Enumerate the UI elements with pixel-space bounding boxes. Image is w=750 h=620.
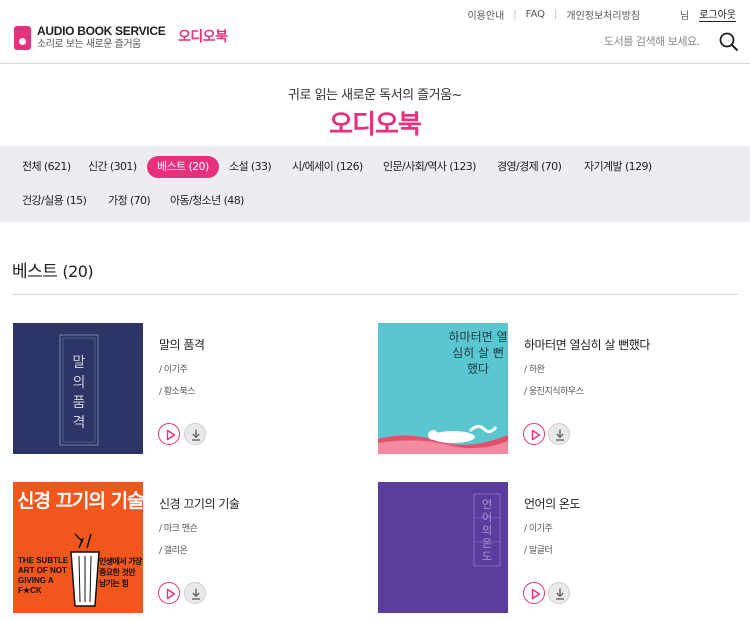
play-button[interactable]	[523, 582, 545, 604]
util-divider: |	[513, 8, 517, 20]
download-icon	[556, 588, 564, 600]
book-title[interactable]: 말의 품격	[159, 336, 205, 353]
tab-home[interactable]: 가정 (70)	[108, 190, 151, 212]
book-cover[interactable]: 신경 끄기의 기술 THE SUBTLE ART OF NOT GIVING A…	[13, 482, 143, 613]
play-icon	[166, 588, 176, 600]
section-divider	[12, 294, 738, 295]
play-icon	[166, 429, 176, 441]
tab-poetry-essay[interactable]: 시/에세이 (126)	[292, 156, 363, 178]
download-icon	[192, 588, 200, 600]
utility-menu: 이용안내 | FAQ | 개인정보처리방침 님 로그아웃	[467, 6, 736, 22]
book-author: / 이기주	[524, 524, 553, 534]
page-title: 오디오북	[329, 110, 422, 140]
play-icon	[531, 588, 541, 600]
download-button[interactable]	[184, 582, 206, 604]
tab-kids[interactable]: 아동/청소년 (48)	[170, 190, 244, 212]
book-cover[interactable]: 말의 품격	[13, 323, 143, 454]
guide-link[interactable]: 이용안내	[467, 7, 504, 22]
cover-title-text: 하마터면 열심히 살 뻔했다	[448, 330, 508, 376]
site-header: AUDIO BOOK SERVICE 소리로 보는 새로운 즐거움 오디오북 이…	[0, 0, 750, 64]
book-publisher: / 갤리온	[159, 546, 188, 556]
download-button[interactable]	[184, 423, 206, 445]
download-button[interactable]	[548, 423, 570, 445]
tab-humanities[interactable]: 인문/사회/역사 (123)	[383, 156, 476, 178]
section-name: 베스트	[12, 262, 58, 282]
hero-tagline: 귀로 읽는 새로운 독서의 즐거움~	[288, 88, 462, 103]
tab-business[interactable]: 경영/경제 (70)	[497, 156, 562, 178]
book-title[interactable]: 신경 끄기의 기술	[159, 495, 240, 512]
book-publisher: / 황소북스	[159, 387, 196, 397]
tab-health[interactable]: 건강/실용 (15)	[22, 190, 87, 212]
util-divider: |	[554, 8, 558, 20]
tab-new[interactable]: 신간 (301)	[88, 156, 137, 178]
play-icon	[531, 429, 541, 441]
book-author: / 하완	[524, 365, 545, 375]
audiobook-nav-link[interactable]: 오디오북	[178, 26, 228, 46]
book-title[interactable]: 하마터면 열심히 살 뻔했다	[524, 336, 650, 353]
tab-novel[interactable]: 소설 (33)	[229, 156, 272, 178]
category-tabs: 전체 (621) 신간 (301) 베스트 (20) 소설 (33) 시/에세이…	[0, 146, 750, 222]
cover-title-text: 말의 품격	[72, 355, 86, 431]
cover-subtitle-en: THE SUBTLE ART OF NOT GIVING A F★CK	[18, 556, 69, 595]
tab-all[interactable]: 전체 (621)	[22, 156, 71, 178]
search-box	[604, 30, 740, 52]
section-count: (20)	[62, 262, 94, 281]
section-title: 베스트 (20)	[12, 257, 94, 282]
book-publisher: / 웅진지식하우스	[524, 387, 584, 397]
search-icon[interactable]	[718, 31, 740, 53]
book-publisher: / 말글터	[524, 546, 553, 556]
play-button[interactable]	[158, 423, 180, 445]
book-title[interactable]: 언어의 온도	[524, 495, 581, 512]
logo-icon	[14, 25, 31, 50]
play-button[interactable]	[523, 423, 545, 445]
book-author: / 마크 맨슨	[159, 524, 198, 534]
download-button[interactable]	[548, 582, 570, 604]
book-cover[interactable]: 하마터면 열심히 살 뻔했다	[378, 323, 508, 454]
book-cover[interactable]: 언어의 온도	[378, 482, 508, 613]
faq-link[interactable]: FAQ	[526, 9, 545, 20]
cover-title-text: 언어의 온도	[481, 498, 493, 563]
user-greeting: 님	[679, 10, 690, 22]
logout-link[interactable]: 로그아웃	[699, 6, 736, 22]
download-icon	[192, 429, 200, 441]
download-icon	[556, 429, 564, 441]
cover-subtitle-ko: 인생에서 가장 중요한 것만 남기는 힘	[99, 557, 142, 588]
search-input[interactable]	[604, 30, 708, 52]
site-logo[interactable]: AUDIO BOOK SERVICE 소리로 보는 새로운 즐거움	[14, 24, 166, 50]
privacy-link[interactable]: 개인정보처리방침	[566, 7, 640, 22]
cover-title-text: 신경 끄기의 기술	[17, 490, 143, 512]
logo-subtitle: 소리로 보는 새로운 즐거움	[37, 39, 141, 50]
tab-self-help[interactable]: 자기계발 (129)	[584, 156, 652, 178]
tab-best[interactable]: 베스트 (20)	[147, 156, 219, 178]
book-author: / 이기주	[159, 365, 188, 375]
play-button[interactable]	[158, 582, 180, 604]
logo-title: AUDIO BOOK SERVICE	[37, 24, 166, 38]
